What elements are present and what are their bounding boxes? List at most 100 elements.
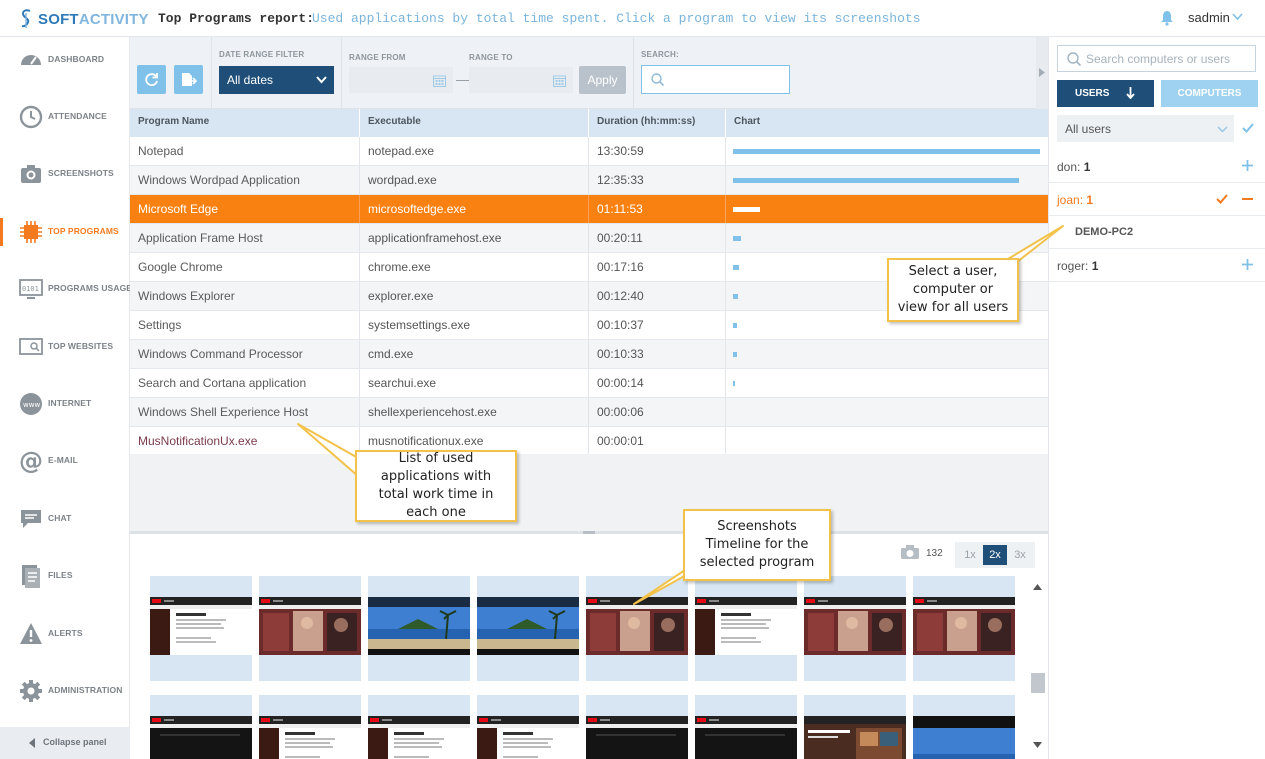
- scroll-thumb[interactable]: [1031, 673, 1045, 693]
- executable-cell: explorer.exe: [360, 282, 589, 310]
- chevron-down-icon[interactable]: [1232, 13, 1243, 21]
- apply-button[interactable]: Apply: [579, 66, 626, 94]
- zoom-3x-button[interactable]: 3x: [1008, 545, 1032, 565]
- files-icon: [22, 565, 40, 588]
- table-row[interactable]: Windows Wordpad Application wordpad.exe 12…: [130, 166, 1048, 195]
- screenshot-thumbnail[interactable]: [913, 695, 1015, 759]
- duration-bar: [733, 294, 738, 299]
- date-range-value: All dates: [227, 73, 274, 87]
- refresh-button[interactable]: [137, 65, 166, 94]
- screenshot-image: [586, 597, 688, 655]
- tab-computers[interactable]: COMPUTERS: [1161, 80, 1258, 107]
- range-to-input[interactable]: [469, 67, 573, 93]
- sidebar-item-email[interactable]: @ E-MAIL: [0, 441, 130, 481]
- user-menu-name[interactable]: sadmin: [1188, 10, 1230, 25]
- user-item-joan[interactable]: joan: 1: [1049, 183, 1265, 216]
- screenshot-thumbnail[interactable]: [695, 695, 797, 759]
- user-filter-select[interactable]: All users: [1057, 115, 1234, 142]
- sidebar: DASHBOARD ATTENDANCE SCREENSHOTS TOP PRO…: [0, 37, 132, 759]
- search-label: SEARCH:: [641, 50, 679, 59]
- sidebar-item-files[interactable]: FILES: [0, 556, 130, 596]
- check-icon[interactable]: [1242, 123, 1254, 133]
- screenshot-thumbnail[interactable]: [695, 576, 797, 681]
- user-item-label: don: 1: [1057, 160, 1091, 174]
- table-row[interactable]: Search and Cortana application searchui.e…: [130, 369, 1048, 398]
- screenshot-image: [150, 597, 252, 655]
- scroll-up-icon[interactable]: [1033, 584, 1042, 590]
- duration-bar: [733, 323, 737, 328]
- screenshot-thumbnail[interactable]: [804, 695, 906, 759]
- bell-icon[interactable]: [1159, 10, 1175, 26]
- logo[interactable]: SOFTACTIVITY: [20, 8, 149, 30]
- executable-cell: applicationframehost.exe: [360, 224, 589, 252]
- plus-icon[interactable]: [1242, 160, 1253, 171]
- zoom-1x-button[interactable]: 1x: [958, 545, 982, 565]
- svg-text:www: www: [23, 401, 40, 409]
- duration-cell: 13:30:59: [589, 137, 726, 165]
- www-icon: www: [20, 393, 42, 415]
- sidebar-item-screenshots[interactable]: SCREENSHOTS: [0, 154, 130, 194]
- screenshot-thumbnail[interactable]: [586, 576, 688, 681]
- zoom-2x-button[interactable]: 2x: [983, 545, 1007, 565]
- user-item-don[interactable]: don: 1: [1049, 150, 1265, 183]
- table-row[interactable]: Notepad notepad.exe 13:30:59: [130, 137, 1048, 166]
- screenshot-thumbnail[interactable]: [150, 695, 252, 759]
- timeline-scrollbar[interactable]: [1028, 580, 1048, 759]
- computer-item-demo-pc2[interactable]: DEMO-PC2: [1049, 216, 1265, 249]
- calendar-icon[interactable]: [433, 74, 446, 87]
- minus-icon[interactable]: [1242, 198, 1253, 200]
- screenshot-thumbnail[interactable]: [150, 576, 252, 681]
- search-input[interactable]: [670, 70, 785, 89]
- users-search-input[interactable]: [1086, 50, 1251, 68]
- table-row[interactable]: Windows Command Processor cmd.exe 00:10:33: [130, 340, 1048, 369]
- duration-bar: [733, 352, 737, 357]
- table-row[interactable]: Microsoft Edge microsoftedge.exe 01:11:53: [130, 195, 1048, 224]
- screenshot-thumbnail[interactable]: [586, 695, 688, 759]
- web-search-icon: [19, 338, 43, 355]
- sidebar-item-programs-usage[interactable]: 0101 PROGRAMS USAGE: [0, 269, 132, 309]
- table-row[interactable]: Windows Shell Experience Host shellexperi…: [130, 398, 1048, 427]
- date-range-select[interactable]: All dates: [219, 66, 334, 94]
- sidebar-item-top-websites[interactable]: TOP WEBSITES: [0, 327, 130, 367]
- screenshot-thumbnail[interactable]: [368, 576, 470, 681]
- export-button[interactable]: [174, 65, 203, 94]
- sidebar-item-internet[interactable]: www INTERNET: [0, 384, 130, 424]
- screenshot-thumbnail[interactable]: [259, 576, 361, 681]
- screenshot-thumbnail[interactable]: [913, 576, 1015, 681]
- sidebar-item-label: INTERNET: [48, 398, 92, 408]
- sidebar-item-chat[interactable]: CHAT: [0, 499, 130, 539]
- filter-collapse-handle[interactable]: [1036, 37, 1048, 109]
- scroll-down-icon[interactable]: [1033, 742, 1042, 748]
- screenshot-thumbnail[interactable]: [477, 576, 579, 681]
- screenshot-thumbnail[interactable]: [368, 695, 470, 759]
- column-header[interactable]: Program Name: [130, 109, 360, 137]
- screenshot-thumbnail[interactable]: [477, 695, 579, 759]
- date-range-label: DATE RANGE FILTER: [219, 50, 305, 59]
- column-header[interactable]: Duration (hh:mm:ss): [589, 109, 726, 137]
- screenshot-thumbnail[interactable]: [804, 576, 906, 681]
- tab-users[interactable]: USERS: [1057, 80, 1154, 107]
- sidebar-item-dashboard[interactable]: DASHBOARD: [0, 40, 130, 80]
- screenshot-image: [586, 716, 688, 759]
- chart-cell: [726, 166, 1048, 194]
- sidebar-item-top-programs[interactable]: TOP PROGRAMS: [0, 212, 130, 252]
- sidebar-item-attendance[interactable]: ATTENDANCE: [0, 97, 130, 137]
- table-row[interactable]: Application Frame Host applicationframeho…: [130, 224, 1048, 253]
- table-row[interactable]: MusNotificationUx.exe musnotificationux.e…: [130, 427, 1048, 456]
- collapse-panel-button[interactable]: Collapse panel: [0, 727, 130, 759]
- users-search[interactable]: [1057, 45, 1256, 72]
- sidebar-item-administration[interactable]: ADMINISTRATION: [0, 671, 130, 711]
- plus-icon[interactable]: [1242, 259, 1253, 270]
- screenshot-thumbnail[interactable]: [259, 695, 361, 759]
- column-header[interactable]: Chart: [726, 109, 1048, 137]
- calendar-icon[interactable]: [553, 74, 566, 87]
- check-icon[interactable]: [1216, 194, 1228, 204]
- program-search[interactable]: [641, 65, 790, 94]
- user-item-roger[interactable]: roger: 1: [1049, 249, 1265, 282]
- divider: [211, 37, 212, 109]
- sidebar-item-alerts[interactable]: ALERTS: [0, 614, 130, 654]
- collapse-panel-label: Collapse panel: [43, 737, 107, 747]
- filter-bar: DATE RANGE FILTER All dates RANGE FROM —…: [130, 37, 1048, 109]
- column-header[interactable]: Executable: [360, 109, 589, 137]
- range-from-input[interactable]: [349, 67, 453, 93]
